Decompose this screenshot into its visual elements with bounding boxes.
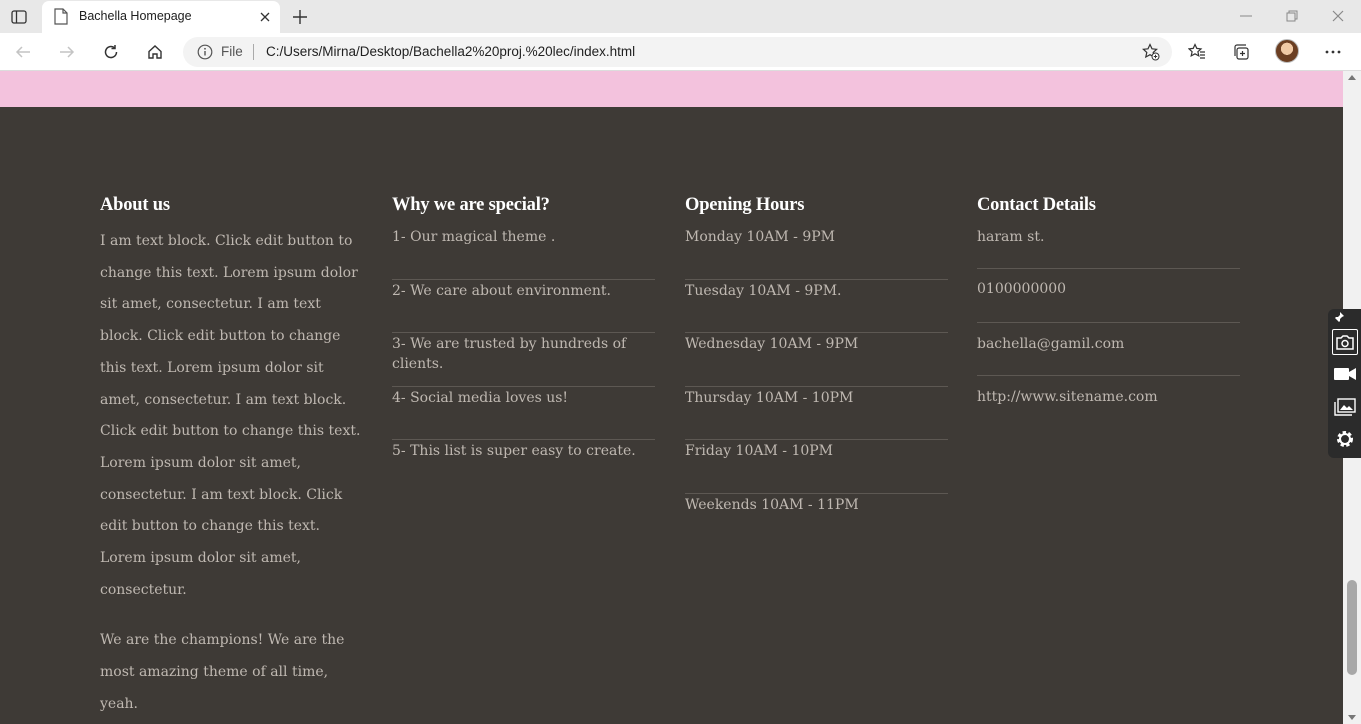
scroll-down-icon[interactable] [1348,715,1356,720]
list-item: Tuesday 10AM - 9PM. [685,280,948,333]
about-paragraph: We are the champions! We are the most am… [100,632,345,712]
about-column: About us I am text block. Click edit but… [100,195,363,721]
list-item: 3- We are trusted by hundreds of clients… [392,333,655,387]
scheme-label: File [221,44,243,59]
list-item: Wednesday 10AM - 9PM [685,333,948,387]
list-item: 5- This list is super easy to create. [392,443,636,459]
contact-column: Contact Details haram st. 0100000000 bac… [977,195,1240,430]
back-arrow-icon[interactable] [10,39,36,65]
about-paragraph: I am text block. Click edit button to ch… [100,233,361,598]
capture-toolbar [1328,309,1361,458]
collections-icon[interactable] [1228,39,1254,65]
list-item: 2- We care about environment. [392,280,655,333]
close-icon[interactable] [256,8,274,26]
pin-icon[interactable] [1333,311,1345,323]
contact-heading: Contact Details [977,195,1096,215]
special-column: Why we are special? 1- Our magical theme… [392,195,655,494]
tab-strip: Bachella Homepage [0,0,1361,33]
minimize-icon[interactable] [1233,4,1259,28]
pink-band [0,71,1343,107]
tab-actions-icon[interactable] [8,6,30,28]
special-heading: Why we are special? [392,195,550,215]
hours-column: Opening Hours Monday 10AM - 9PM Tuesday … [685,195,948,547]
settings-icon[interactable] [1332,426,1358,452]
hours-list: Monday 10AM - 9PM Tuesday 10AM - 9PM. We… [685,226,948,547]
tab-title: Bachella Homepage [79,9,192,23]
scroll-up-icon[interactable] [1348,75,1356,80]
list-item: Monday 10AM - 9PM [685,226,948,280]
more-icon[interactable] [1320,39,1346,65]
list-item: Friday 10AM - 10PM [685,440,948,494]
plus-icon[interactable] [288,5,312,29]
about-heading: About us [100,195,170,215]
browser-toolbar: File C:/Users/Mirna/Desktop/Bachella2%20… [0,33,1361,71]
contact-address: haram st. [977,226,1240,269]
video-icon[interactable] [1332,361,1358,387]
add-favorite-icon[interactable] [1142,43,1160,61]
home-icon[interactable] [142,39,168,65]
scrollbar-thumb[interactable] [1347,580,1357,675]
contact-phone: 0100000000 [977,269,1240,323]
camera-icon[interactable] [1332,329,1358,355]
favorites-icon[interactable] [1184,39,1210,65]
contact-email: bachella@gamil.com [977,323,1240,376]
list-item: Weekends 10AM - 11PM [685,496,859,513]
browser-tab[interactable]: Bachella Homepage [42,1,280,33]
close-window-icon[interactable] [1325,4,1351,28]
forward-arrow-icon[interactable] [54,39,80,65]
site-footer: About us I am text block. Click edit but… [0,107,1343,724]
address-bar[interactable]: File C:/Users/Mirna/Desktop/Bachella2%20… [183,37,1172,67]
list-item: 4- Social media loves us! [392,387,655,440]
refresh-icon[interactable] [98,39,124,65]
address-separator [253,44,254,60]
url-text[interactable]: C:/Users/Mirna/Desktop/Bachella2%20proj.… [266,44,635,59]
contact-list: haram st. 0100000000 bachella@gamil.com … [977,226,1240,430]
contact-website: http://www.sitename.com [977,389,1158,405]
list-item: Thursday 10AM - 10PM [685,387,948,440]
document-icon [54,8,68,25]
profile-avatar[interactable] [1275,39,1299,63]
special-list: 1- Our magical theme . 2- We care about … [392,226,655,494]
info-icon[interactable] [197,44,213,60]
hours-heading: Opening Hours [685,195,805,215]
gallery-icon[interactable] [1332,394,1358,420]
list-item: 1- Our magical theme . [392,226,655,280]
restore-icon[interactable] [1279,4,1305,28]
